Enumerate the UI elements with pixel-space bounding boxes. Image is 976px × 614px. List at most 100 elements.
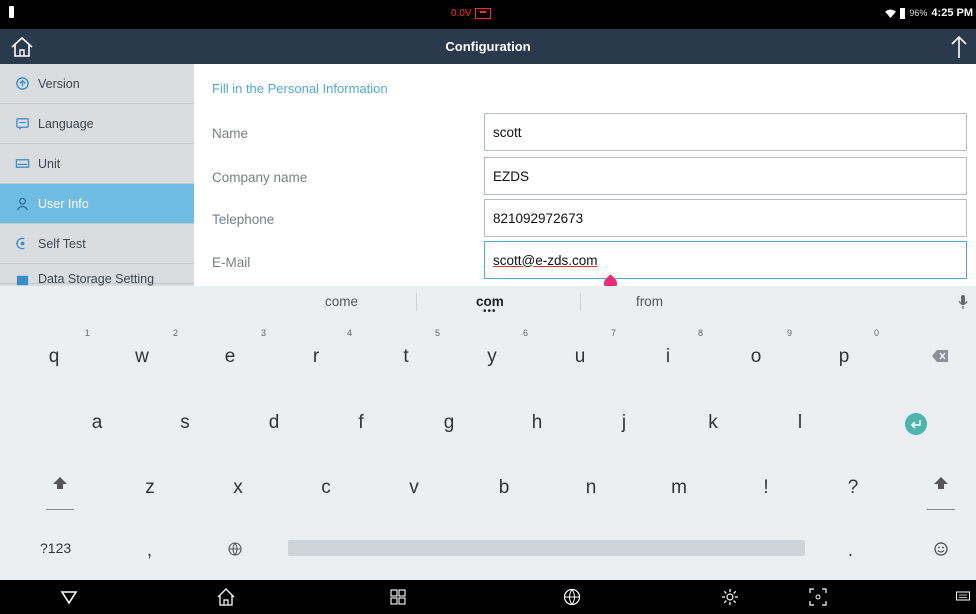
key-hint-0: 0: [874, 328, 880, 338]
apps-grid-icon[interactable]: [388, 587, 408, 607]
key-v[interactable]: v: [384, 477, 444, 499]
email-value: scott@e-zds.com: [493, 252, 598, 268]
email-field[interactable]: scott@e-zds.com: [484, 241, 967, 279]
shift-left-icon[interactable]: [53, 477, 67, 489]
sidebar-item-label: User Info: [38, 196, 89, 211]
symbols-key[interactable]: ?123: [40, 540, 71, 556]
key-hint-6: 6: [523, 328, 529, 338]
company-name-field[interactable]: EZDS: [484, 157, 967, 195]
sidebar-item-self-test[interactable]: Self Test: [0, 224, 194, 264]
telephone-value: 821092972673: [493, 210, 584, 226]
navigation-bar: [0, 580, 976, 614]
telephone-label: Telephone: [212, 212, 275, 227]
key-n[interactable]: n: [561, 477, 621, 499]
storage-icon: [14, 272, 30, 286]
microphone-icon[interactable]: [958, 294, 968, 310]
suggestion-divider: [580, 293, 581, 311]
home-nav-icon[interactable]: [216, 587, 236, 607]
suggestion-3[interactable]: from: [636, 294, 663, 309]
key-m[interactable]: m: [649, 477, 709, 499]
notification-icon: [9, 6, 14, 18]
key-period[interactable]: .: [848, 540, 853, 561]
enter-icon[interactable]: [904, 412, 928, 436]
key-c[interactable]: c: [296, 477, 356, 499]
sidebar-item-version[interactable]: Version: [0, 64, 194, 104]
telephone-field[interactable]: 821092972673: [484, 199, 967, 237]
vehicle-battery-icon: [474, 8, 491, 19]
key-j[interactable]: j: [594, 412, 654, 434]
suggestion-strip: come com ••• from: [0, 286, 976, 318]
globe-icon[interactable]: [228, 542, 242, 556]
key-comma[interactable]: ,: [147, 540, 152, 561]
key-exclamation[interactable]: !: [736, 477, 796, 499]
sidebar-item-label: Data Storage Setting: [38, 272, 155, 286]
key-g[interactable]: g: [419, 412, 479, 434]
version-icon: [14, 76, 30, 92]
more-suggestions-icon[interactable]: •••: [483, 306, 497, 317]
key-w[interactable]: w: [112, 346, 172, 368]
name-field[interactable]: scott: [484, 113, 967, 151]
shift-right-underline: [927, 509, 955, 510]
key-hint-8: 8: [698, 328, 704, 338]
settings-icon[interactable]: [720, 587, 740, 607]
key-z[interactable]: z: [120, 477, 180, 499]
page-title: Configuration: [445, 39, 531, 54]
sidebar-item-language[interactable]: Language: [0, 104, 194, 144]
key-question[interactable]: ?: [823, 477, 883, 499]
upload-icon[interactable]: [948, 34, 970, 60]
key-hint-1: 1: [85, 328, 91, 338]
back-icon[interactable]: [59, 587, 79, 607]
key-s[interactable]: s: [155, 412, 215, 434]
key-x[interactable]: x: [208, 477, 268, 499]
wifi-icon: [885, 8, 897, 18]
emoji-icon[interactable]: [934, 542, 948, 556]
status-bar: 0.0V 96% 4:25 PM: [0, 0, 976, 29]
space-key[interactable]: [288, 540, 805, 556]
screenshot-icon[interactable]: [808, 587, 828, 607]
key-q[interactable]: q: [24, 346, 84, 368]
key-h[interactable]: h: [507, 412, 567, 434]
browser-icon[interactable]: [562, 587, 582, 607]
sidebar: Version Language Unit User Info Self Tes…: [0, 64, 194, 286]
user-icon: [14, 196, 30, 212]
sidebar-item-user-info[interactable]: User Info: [0, 184, 194, 224]
key-l[interactable]: l: [770, 412, 830, 434]
key-f[interactable]: f: [331, 412, 391, 434]
soft-keyboard: come com ••• from 1 2 3 4 5 6 7 8 9 0 q …: [0, 286, 976, 580]
shift-left-underline: [46, 509, 74, 510]
key-p[interactable]: p: [814, 346, 874, 368]
key-hint-2: 2: [173, 328, 179, 338]
key-a[interactable]: a: [67, 412, 127, 434]
title-bar: Configuration: [0, 29, 976, 64]
backspace-icon[interactable]: [932, 350, 948, 362]
sidebar-item-unit[interactable]: Unit: [0, 144, 194, 184]
sidebar-item-label: Version: [38, 76, 80, 91]
key-u[interactable]: u: [550, 346, 610, 368]
sidebar-item-label: Self Test: [38, 236, 86, 251]
key-t[interactable]: t: [376, 346, 436, 368]
key-hint-4: 4: [347, 328, 353, 338]
key-o[interactable]: o: [726, 346, 786, 368]
name-label: Name: [212, 126, 249, 141]
key-y[interactable]: y: [462, 346, 522, 368]
shift-right-icon[interactable]: [934, 477, 948, 489]
key-e[interactable]: e: [200, 346, 260, 368]
keyboard-icon[interactable]: [956, 591, 970, 603]
sidebar-item-label: Language: [38, 116, 94, 131]
key-hint-3: 3: [261, 328, 267, 338]
key-r[interactable]: r: [286, 346, 346, 368]
key-i[interactable]: i: [638, 346, 698, 368]
clock: 4:25 PM: [931, 7, 973, 19]
user-info-form: Fill in the Personal Information Name sc…: [194, 64, 976, 286]
key-b[interactable]: b: [474, 477, 534, 499]
company-name-label: Company name: [212, 170, 308, 185]
suggestion-1[interactable]: come: [325, 294, 358, 309]
self-test-icon: [14, 236, 30, 252]
company-name-value: EZDS: [493, 168, 530, 184]
voltage-indicator: 0.0V: [451, 8, 491, 19]
sidebar-item-data-storage[interactable]: Data Storage Setting: [0, 264, 194, 286]
key-hint-7: 7: [611, 328, 617, 338]
key-k[interactable]: k: [683, 412, 743, 434]
key-d[interactable]: d: [244, 412, 304, 434]
language-icon: [14, 116, 30, 132]
